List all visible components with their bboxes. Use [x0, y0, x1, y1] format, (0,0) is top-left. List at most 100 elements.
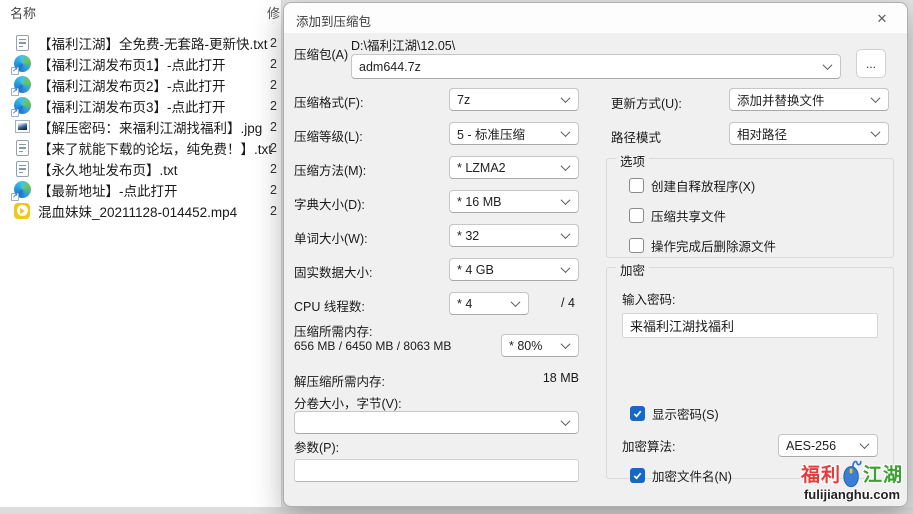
- cpu-threads-max: / 4: [561, 296, 575, 310]
- memory-percent-combo[interactable]: * 80%: [501, 334, 579, 357]
- parameters-input[interactable]: [294, 459, 579, 482]
- chevron-down-icon: [561, 93, 571, 103]
- image-file-icon: [13, 118, 31, 136]
- file-row[interactable]: ↗ 【福利江湖发布页2】-点此打开 2: [0, 74, 281, 95]
- file-list-panel: 名称 修 【福利江湖】全免费-无套路-更新快.txt 2 ↗ 【福利江湖发布页1…: [0, 0, 281, 507]
- archive-name-combo[interactable]: adm644.7z: [351, 54, 841, 79]
- update-mode-label: 更新方式(U):: [611, 93, 682, 112]
- checkbox[interactable]: [629, 238, 644, 253]
- date-modified-partial: 2: [270, 141, 277, 155]
- file-row[interactable]: 【福利江湖】全免费-无套路-更新快.txt 2: [0, 32, 281, 53]
- field-combo[interactable]: * LZMA2: [449, 156, 579, 179]
- chevron-down-icon: [871, 127, 881, 137]
- file-row[interactable]: 【永久地址发布页】.txt 2: [0, 158, 281, 179]
- parameters-label: 参数(P):: [294, 437, 339, 456]
- field-label: 压缩方法(M):: [294, 160, 366, 179]
- path-mode-combo[interactable]: 相对路径: [729, 122, 889, 145]
- file-row[interactable]: 【来了就能下载的论坛，纯免费！】.txt 2: [0, 137, 281, 158]
- options-group: 选项 创建自释放程序(X) 压缩共享文件 操作完成后删除源文件: [606, 158, 894, 258]
- date-modified-partial: 2: [270, 36, 277, 50]
- option-row: 操作完成后删除源文件: [629, 236, 893, 255]
- chevron-down-icon: [511, 297, 521, 307]
- edge-shortcut-icon: ↗: [13, 76, 31, 94]
- field-combo[interactable]: * 32: [449, 224, 579, 247]
- fulijianghu-watermark: 福利 江湖 fulijianghu.com: [793, 458, 911, 502]
- field-combo[interactable]: * 4 GB: [449, 258, 579, 281]
- edge-shortcut-icon: ↗: [13, 181, 31, 199]
- field-label: 固实数据大小:: [294, 262, 372, 281]
- archive-label: 压缩包(A): [294, 44, 348, 63]
- volume-size-combo[interactable]: [294, 411, 579, 434]
- date-modified-partial: 2: [270, 120, 277, 134]
- add-to-archive-dialog: 添加到压缩包 ✕ 压缩包(A) D:\福利江湖\12.05\ adm644.7z…: [283, 2, 908, 507]
- media-file-icon: [13, 202, 31, 220]
- show-password-checkbox[interactable]: [630, 406, 645, 421]
- archive-path: D:\福利江湖\12.05\: [351, 35, 455, 54]
- date-modified-partial: 2: [270, 162, 277, 176]
- field-value: * 32: [457, 229, 479, 243]
- file-row[interactable]: ↗ 【福利江湖发布页1】-点此打开 2: [0, 53, 281, 74]
- field-combo[interactable]: * 16 MB: [449, 190, 579, 213]
- field-label: 压缩等级(L):: [294, 126, 363, 145]
- show-password-row: 显示密码(S): [630, 404, 878, 423]
- browse-button[interactable]: ...: [856, 49, 886, 78]
- option-row: 压缩共享文件: [629, 206, 893, 225]
- field-value: 5 - 标准压缩: [457, 124, 525, 143]
- password-input[interactable]: [622, 313, 878, 338]
- chevron-down-icon: [561, 195, 571, 205]
- edge-shortcut-icon: ↗: [13, 97, 31, 115]
- cpu-threads-combo[interactable]: * 4: [449, 292, 529, 315]
- edge-shortcut-icon: ↗: [13, 55, 31, 73]
- screen: 名称 修 【福利江湖】全免费-无套路-更新快.txt 2 ↗ 【福利江湖发布页1…: [0, 0, 913, 514]
- column-header-name[interactable]: 名称: [10, 3, 36, 22]
- text-file-icon: [13, 160, 31, 178]
- field-value: * 16 MB: [457, 195, 501, 209]
- date-modified-partial: 2: [270, 183, 277, 197]
- logo-text-green: 江湖: [863, 460, 903, 487]
- chevron-down-icon: [561, 339, 571, 349]
- field-value: * LZMA2: [457, 161, 506, 175]
- file-row[interactable]: 混血妹妹_20211128-014452.mp4 2: [0, 200, 281, 221]
- column-divider: [281, 0, 282, 507]
- logo-text-red: 福利: [801, 460, 841, 487]
- dialog-titlebar[interactable]: 添加到压缩包 ✕: [284, 3, 907, 33]
- dialog-title: 添加到压缩包: [296, 11, 371, 30]
- path-mode-label: 路径模式: [611, 127, 661, 146]
- field-value: 7z: [457, 93, 470, 107]
- date-modified-partial: 2: [270, 99, 277, 113]
- encryption-method-combo[interactable]: AES-256: [778, 434, 878, 457]
- memory-usage-values: 656 MB / 6450 MB / 8063 MB: [294, 339, 451, 353]
- field-value: * 4 GB: [457, 263, 494, 277]
- chevron-down-icon: [561, 416, 571, 426]
- field-combo[interactable]: 7z: [449, 88, 579, 111]
- decompress-memory-label: 解压缩所需内存:: [294, 371, 385, 390]
- memory-usage-label: 压缩所需内存:: [294, 321, 372, 340]
- cpu-threads-label: CPU 线程数:: [294, 296, 365, 315]
- file-row[interactable]: ↗ 【最新地址】-点此打开 2: [0, 179, 281, 200]
- file-row[interactable]: 【解压密码：来福利江湖找福利】.jpg 2: [0, 116, 281, 137]
- text-file-icon: [13, 139, 31, 157]
- column-header-date-partial[interactable]: 修: [267, 3, 280, 22]
- encryption-group: 加密 输入密码: 显示密码(S) 加密算法: AES-256: [606, 267, 894, 479]
- checkbox[interactable]: [629, 208, 644, 223]
- decompress-memory-value: 18 MB: [514, 371, 579, 385]
- field-label: 单词大小(W):: [294, 228, 368, 247]
- field-label: 压缩格式(F):: [294, 92, 363, 111]
- volume-size-label: 分卷大小，字节(V):: [294, 393, 402, 412]
- field-combo[interactable]: 5 - 标准压缩: [449, 122, 579, 145]
- file-row[interactable]: ↗ 【福利江湖发布页3】-点此打开 2: [0, 95, 281, 116]
- chevron-down-icon: [561, 161, 571, 171]
- window-bottom-edge: [0, 507, 913, 514]
- chevron-down-icon: [823, 60, 833, 70]
- chevron-down-icon: [860, 439, 870, 449]
- chevron-down-icon: [871, 93, 881, 103]
- close-icon[interactable]: ✕: [869, 8, 895, 29]
- chevron-down-icon: [561, 229, 571, 239]
- options-group-title: 选项: [616, 151, 649, 170]
- logo-url: fulijianghu.com: [793, 487, 911, 502]
- encryption-method-label: 加密算法:: [622, 436, 675, 455]
- update-mode-combo[interactable]: 添加并替换文件: [729, 88, 889, 111]
- encrypt-file-names-checkbox[interactable]: [630, 468, 645, 483]
- date-modified-partial: 2: [270, 57, 277, 71]
- checkbox[interactable]: [629, 178, 644, 193]
